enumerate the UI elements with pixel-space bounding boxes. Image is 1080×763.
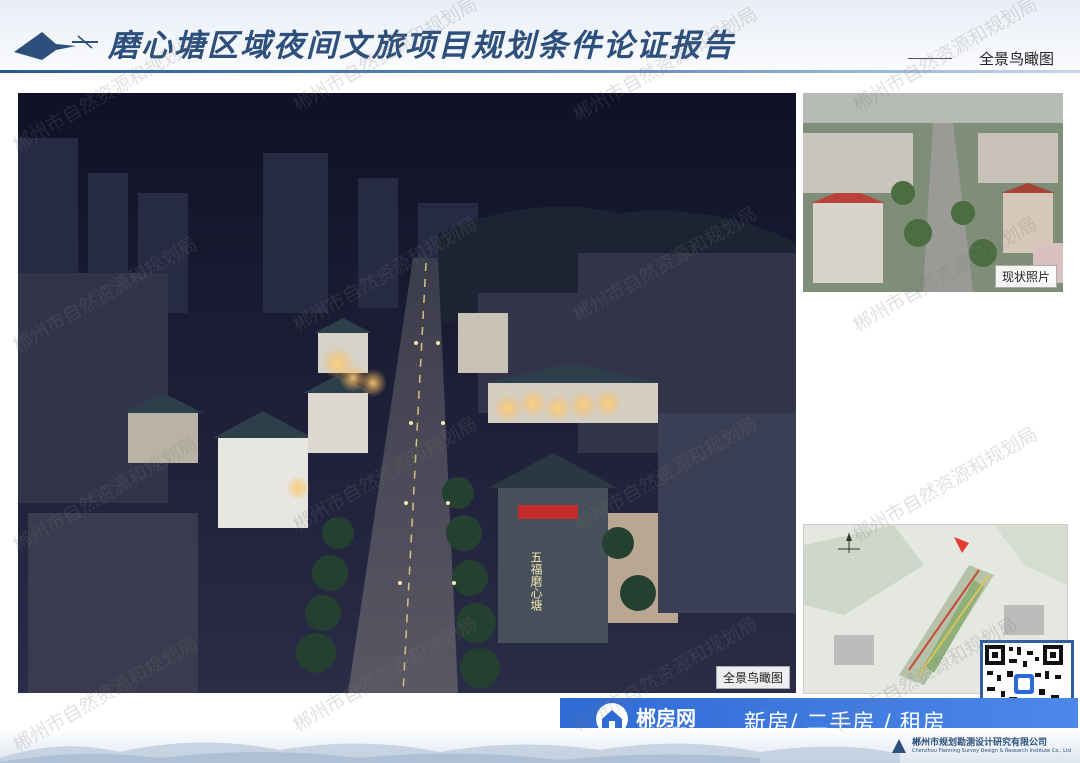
photo-caption: 现状照片 [994,265,1057,288]
main-image-caption: 全景鸟瞰图 [715,666,790,689]
footer-organization-en: Chenzhou Planning Survey Design & Resear… [912,748,1071,754]
night-aerial-rendering: 五福磨心塘 全景鸟瞰图 [18,93,796,693]
org-logo-icon [892,739,906,753]
header-band [0,70,1080,73]
current-site-photo: 现状照片 [803,93,1063,292]
subtitle-divider [908,58,952,59]
page-title: 磨心塘区域夜间文旅项目规划条件论证报告 [108,28,735,64]
airplane-logo-icon [14,32,98,60]
footer-organization: 郴州市规划勘测设计研究有限公司 [912,738,1048,748]
header: 磨心塘区域夜间文旅项目规划条件论证报告 全景鸟瞰图 [0,0,1080,80]
north-arrow-icon [838,533,860,553]
page-subtitle: 全景鸟瞰图 [978,50,1054,68]
sign-text: 五福磨心塘 [529,551,543,612]
